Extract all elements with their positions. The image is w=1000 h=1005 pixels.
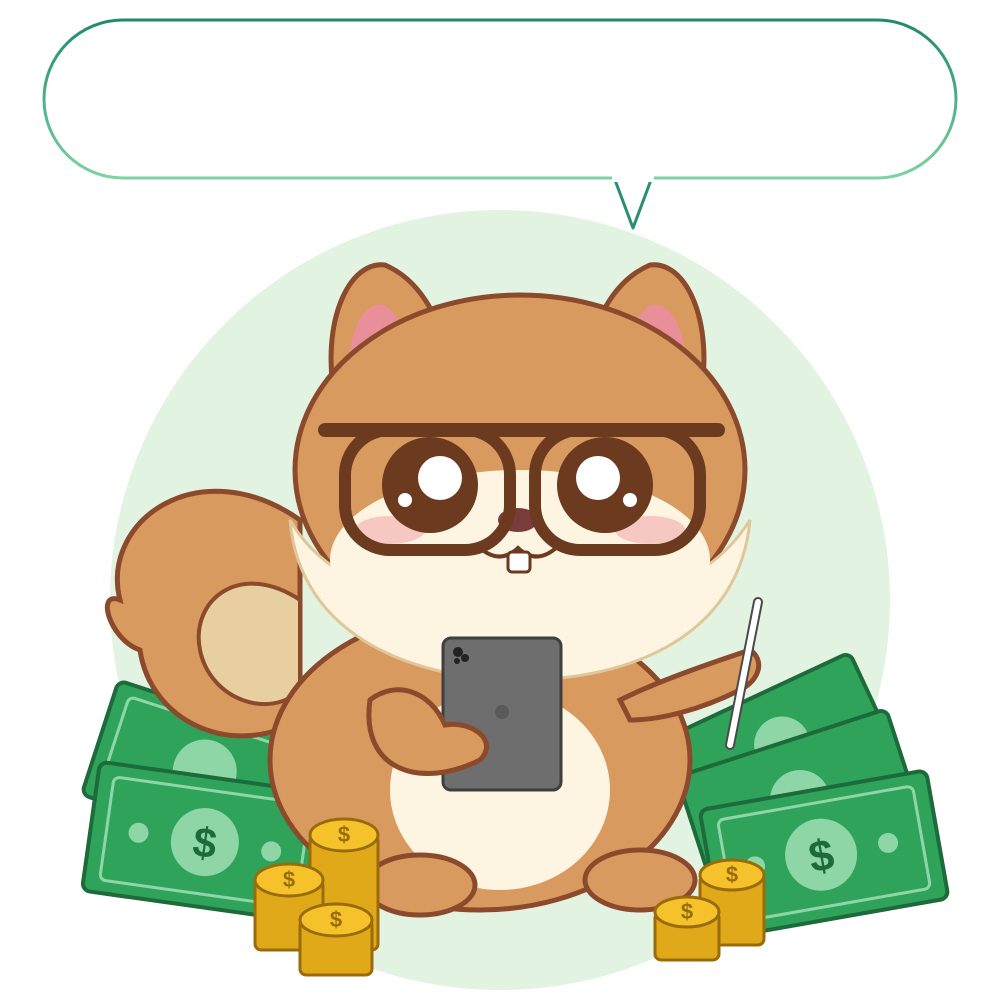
- svg-text:$: $: [283, 867, 295, 892]
- speech-bubble-text: [70, 40, 930, 160]
- svg-text:$: $: [338, 822, 350, 847]
- svg-text:$: $: [726, 862, 738, 887]
- svg-text:$: $: [681, 899, 693, 924]
- svg-text:$: $: [330, 907, 342, 932]
